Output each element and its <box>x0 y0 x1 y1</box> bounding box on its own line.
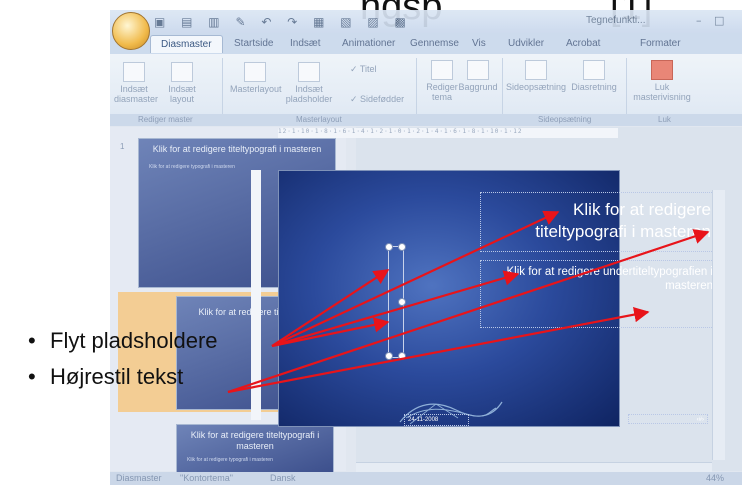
resize-handle[interactable] <box>398 243 406 251</box>
thumbnail-title: Klik for at redigere titeltypografi i ma… <box>190 430 320 451</box>
slide-orientation-button[interactable]: Diasretning <box>566 60 622 92</box>
resize-handle[interactable] <box>385 352 393 360</box>
close-icon <box>651 60 673 80</box>
close-master-view-button[interactable]: Luk masterivisning <box>632 60 692 102</box>
insert-layout-button[interactable]: Indsæt layout <box>164 62 200 104</box>
horizontal-ruler: 12·1·10·1·8·1·6·1·4·1·2·1·0·1·2·1·4·1·6·… <box>278 128 618 138</box>
status-language[interactable]: Dansk <box>270 473 296 483</box>
page-setup-icon <box>525 60 547 80</box>
status-theme: "Kontortema" <box>180 473 233 483</box>
maximize-icon[interactable]: □ <box>714 14 724 27</box>
background-icon <box>467 60 489 80</box>
vertical-ruler <box>251 170 261 420</box>
insert-placeholder-icon <box>298 62 320 82</box>
theme-icon <box>431 60 453 80</box>
office-button[interactable] <box>112 12 150 50</box>
background-button[interactable]: Baggrund <box>456 60 500 92</box>
window-title: Tegnefunkti... <box>586 15 646 26</box>
group-label-page-setup: Sideopsætning <box>538 115 592 124</box>
tab-acrobat[interactable]: Acrobat <box>566 38 600 49</box>
quick-access-icons[interactable]: ▣ ▤ ▥ ✎ ↶ ↷ ▦ ▧ ▨ ▩ <box>154 15 412 29</box>
page-setup-button[interactable]: Sideopsætning <box>506 60 566 92</box>
thumbnail-number: 1 <box>120 142 125 151</box>
group-label-edit-master: Rediger master <box>138 115 193 124</box>
status-view: Diasmaster <box>116 473 162 483</box>
quick-access-toolbar: ▣ ▤ ▥ ✎ ↶ ↷ ▦ ▧ ▨ ▩ Tegnefunkti... – □ <box>110 10 742 34</box>
resize-handle[interactable] <box>398 352 406 360</box>
status-zoom[interactable]: 44% <box>706 473 724 483</box>
title-checkbox[interactable]: ✓ Titel <box>350 64 377 75</box>
status-bar: Diasmaster "Kontortema" Dansk 44% <box>110 472 742 485</box>
subtitle-placeholder[interactable]: Klik for at redigere undertiteltypografi… <box>480 260 718 328</box>
group-label-close: Luk <box>658 115 671 124</box>
ribbon-tabs: Diasmaster Startside Indsæt Animationer … <box>110 34 742 55</box>
master-layout-icon <box>244 62 266 82</box>
title-placeholder[interactable]: Klik for at redigere titeltypografi i ma… <box>480 192 716 252</box>
tab-diasmaster[interactable]: Diasmaster <box>150 35 223 53</box>
resize-handle[interactable] <box>385 243 393 251</box>
vertical-scrollbar[interactable] <box>712 190 725 460</box>
thumbnail-title: Klik for at redigere titeltypografi i ma… <box>152 144 322 154</box>
tab-review[interactable]: Gennemse <box>410 38 459 49</box>
master-layout-button[interactable]: Masterlayout <box>230 62 282 94</box>
slide-number-placeholder[interactable]: ‹#› <box>628 414 708 424</box>
tab-startside[interactable]: Startside <box>234 38 273 49</box>
tab-format[interactable]: Formater <box>640 38 681 49</box>
date-placeholder[interactable]: 24-11-2008 <box>404 414 469 426</box>
bullet-right-align-text: • Højrestil tekst <box>28 364 184 389</box>
bullet-move-placeholders: • Flyt pladsholdere <box>28 328 218 353</box>
insert-layout-icon <box>171 62 193 82</box>
tab-view[interactable]: Vis <box>472 38 486 49</box>
insert-placeholder-button[interactable]: Indsæt pladsholder <box>282 62 336 104</box>
ribbon-group-labels: Rediger master Masterlayout Sideopsætnin… <box>110 114 742 126</box>
tab-animations[interactable]: Animationer <box>342 38 395 49</box>
insert-slide-master-button[interactable]: Indsæt diasmaster <box>114 62 158 104</box>
orientation-icon <box>583 60 605 80</box>
group-label-master-layout: Masterlayout <box>296 115 342 124</box>
minimize-icon[interactable]: – <box>696 14 702 27</box>
layout-thumbnail[interactable]: Klik for at redigere titeltypografi i ma… <box>176 424 334 474</box>
thumbnail-body: Klik for at redigere typografi i mastere… <box>187 457 273 463</box>
footer-checkbox[interactable]: ✓ Sidefødder <box>350 94 404 105</box>
tab-insert[interactable]: Indsæt <box>290 38 321 49</box>
tab-developer[interactable]: Udvikler <box>508 38 544 49</box>
resize-handle[interactable] <box>398 298 406 306</box>
insert-slide-master-icon <box>123 62 145 82</box>
